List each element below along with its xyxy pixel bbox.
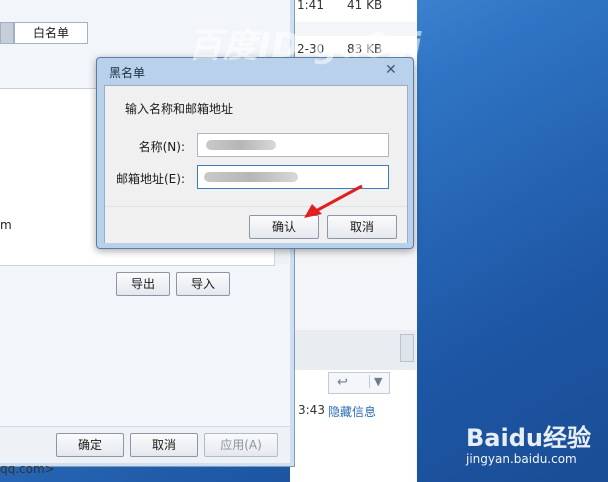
export-button[interactable]: 导出 (116, 272, 170, 296)
hide-info-link[interactable]: 隐藏信息 (328, 403, 376, 420)
arrow-shaft (313, 184, 363, 214)
email-label: 邮箱地址(E): (116, 172, 185, 186)
address-fragment: qq.com> (0, 462, 55, 476)
apply-button[interactable]: 应用(A) (204, 433, 278, 457)
reply-icon[interactable]: ↩ (337, 375, 348, 390)
tab-previous[interactable] (0, 22, 14, 44)
name-label: 名称(N): (138, 140, 185, 154)
mail-time: 1:41 (297, 0, 324, 12)
message-time: 3:43 (298, 403, 325, 417)
baidu-url: jingyan.baidu.com (466, 452, 577, 466)
reply-button-group[interactable]: ↩ ▼ (328, 372, 390, 394)
dialog-title: 黑名单 (109, 66, 146, 80)
chevron-down-icon[interactable]: ▼ (369, 375, 382, 388)
cancel-button[interactable]: 取消 (130, 433, 198, 457)
tab-whitelist[interactable]: 白名单 (14, 22, 88, 44)
red-arrow-annotation (304, 184, 363, 218)
redacted-text (204, 172, 298, 182)
mail-size: 41 KB (347, 0, 383, 12)
scrollbar-thumb[interactable] (400, 334, 414, 362)
redacted-text (206, 140, 276, 150)
top-watermark: 百度ID gu0zi (188, 26, 423, 66)
ok-button[interactable]: 确定 (56, 433, 124, 457)
baidu-logo: Baidu经验 (466, 424, 591, 452)
dialog-prompt: 输入名称和邮箱地址 (125, 102, 234, 116)
preview-header (290, 330, 416, 370)
arrow-head (304, 204, 322, 218)
import-button[interactable]: 导入 (176, 272, 230, 296)
name-field[interactable] (197, 133, 389, 157)
list-item-fragment: m (0, 218, 12, 232)
